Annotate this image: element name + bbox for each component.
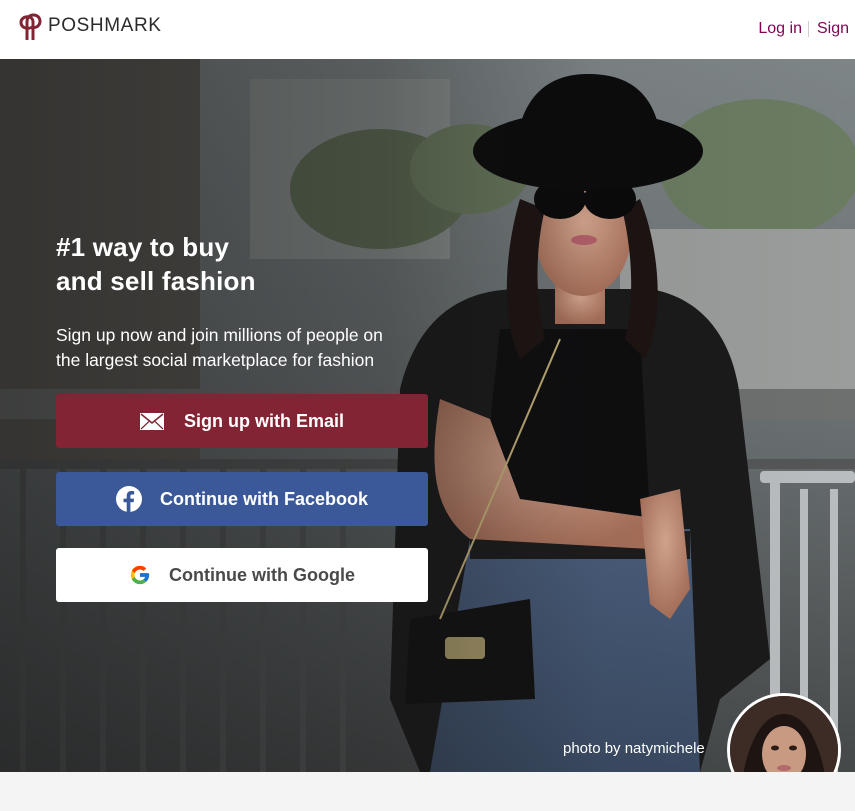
nav-divider xyxy=(807,21,809,37)
hero-headline-line2: and sell fashion xyxy=(56,266,256,296)
auth-nav: Log in Sign xyxy=(758,19,849,39)
poshmark-logo-icon xyxy=(19,13,42,40)
photo-credit: photo by natymichele xyxy=(563,740,705,757)
continue-facebook-label: Continue with Facebook xyxy=(159,488,368,509)
google-icon xyxy=(129,564,151,586)
login-link[interactable]: Log in xyxy=(758,19,802,39)
hero-headline: #1 way to buy and sell fashion xyxy=(56,230,456,298)
signup-email-button[interactable]: Sign up with Email xyxy=(56,394,428,448)
hero-subtitle: Sign up now and join millions of people … xyxy=(56,323,456,373)
facebook-icon xyxy=(115,486,142,512)
signup-link[interactable]: Sign xyxy=(817,19,849,39)
avatar-image xyxy=(730,696,838,772)
hero-headline-line1: #1 way to buy xyxy=(56,232,230,262)
site-header: POSHMARK Log in Sign xyxy=(0,0,855,59)
hero-text: #1 way to buy and sell fashion Sign up n… xyxy=(56,230,456,373)
signup-email-label: Sign up with Email xyxy=(183,410,344,431)
brand-name: POSHMARK xyxy=(48,15,162,36)
page-footer-strip xyxy=(0,772,855,811)
hero-subtitle-line1: Sign up now and join millions of people … xyxy=(56,325,383,345)
poshmark-logo[interactable]: POSHMARK xyxy=(18,12,162,40)
envelope-icon xyxy=(139,412,164,430)
hero-subtitle-line2: the largest social marketplace for fashi… xyxy=(56,350,375,370)
hero-banner: #1 way to buy and sell fashion Sign up n… xyxy=(0,59,855,772)
continue-facebook-button[interactable]: Continue with Facebook xyxy=(56,472,428,526)
continue-google-label: Continue with Google xyxy=(169,564,355,585)
continue-google-button[interactable]: Continue with Google xyxy=(56,548,428,602)
